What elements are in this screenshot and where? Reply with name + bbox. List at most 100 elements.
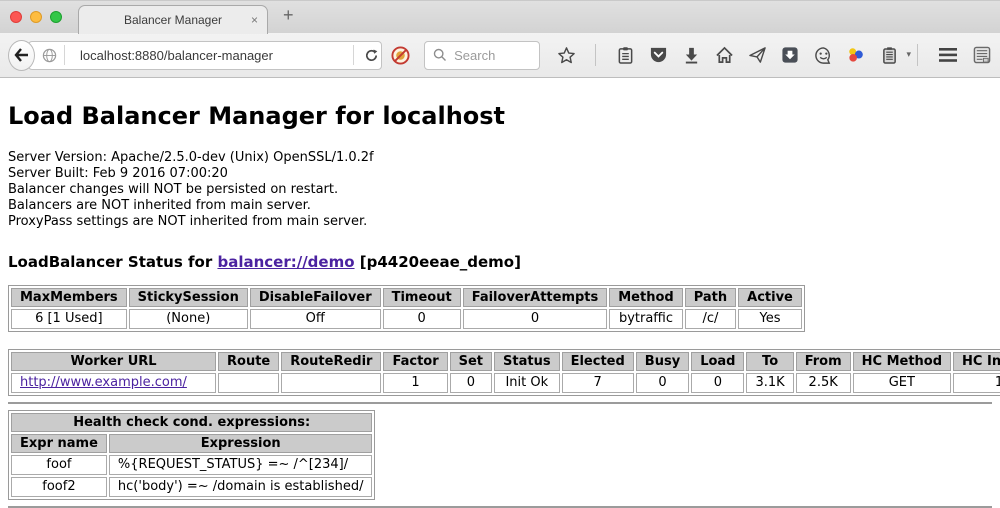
divider — [64, 45, 65, 65]
bookmarks-clipboard-button[interactable] — [615, 44, 635, 66]
col-method: Method — [609, 288, 682, 307]
from-value: 2.5K — [796, 373, 851, 393]
downloads-button[interactable] — [681, 44, 701, 66]
download-extension-button[interactable] — [780, 44, 800, 66]
maxmembers-value: 6 [1 Used] — [11, 309, 127, 329]
method-value: bytraffic — [609, 309, 682, 329]
notice-line: Balancers are NOT inherited from main se… — [8, 198, 992, 214]
col-from: From — [796, 352, 851, 371]
colored-dots-extension-button[interactable] — [846, 44, 866, 66]
bookmark-star-button[interactable] — [556, 44, 576, 66]
url-text[interactable]: localhost:8880/balancer-manager — [80, 48, 346, 63]
col-routeredir: RouteRedir — [281, 352, 381, 371]
back-arrow-icon — [14, 48, 30, 62]
worker-url-cell: http://www.example.com/ — [11, 373, 216, 393]
elected-value: 7 — [562, 373, 634, 393]
col-disablefailover: DisableFailover — [250, 288, 381, 307]
balancer-settings-table: MaxMembers StickySession DisableFailover… — [8, 285, 805, 332]
window-close-button[interactable] — [10, 11, 22, 23]
worker-url-link[interactable]: http://www.example.com/ — [20, 375, 187, 390]
content-blocker-extension-button[interactable] — [391, 44, 410, 66]
archive-extension-button[interactable] — [879, 44, 899, 66]
balancer-section-heading: LoadBalancer Status for balancer://demo … — [8, 253, 992, 271]
disablefailover-value: Off — [250, 309, 381, 329]
col-set: Set — [450, 352, 492, 371]
tab-close-icon[interactable]: × — [251, 13, 258, 27]
col-maxmembers: MaxMembers — [11, 288, 127, 307]
table-row: foof %{REQUEST_STATUS} =~ /^[234]/ — [11, 455, 372, 475]
active-value: Yes — [738, 309, 802, 329]
col-factor: Factor — [383, 352, 447, 371]
col-elected: Elected — [562, 352, 634, 371]
col-active: Active — [738, 288, 802, 307]
hc-method-value: GET — [853, 373, 951, 393]
reload-button[interactable] — [361, 44, 381, 66]
page-title: Load Balancer Manager for localhost — [8, 102, 992, 130]
col-failoverattempts: FailoverAttempts — [463, 288, 608, 307]
server-info: Server Version: Apache/2.5.0-dev (Unix) … — [8, 150, 992, 230]
back-button[interactable] — [8, 40, 35, 71]
col-expression: Expression — [109, 434, 373, 453]
notice-line: ProxyPass settings are NOT inherited fro… — [8, 214, 992, 230]
toolbar-buttons: ▾ — [556, 44, 911, 66]
expression-value: hc('body') =~ /domain is established/ — [109, 477, 373, 497]
routeredir-value — [281, 373, 381, 393]
hc-interval-value: 10 — [953, 373, 1000, 393]
health-check-table: Health check cond. expressions: Expr nam… — [8, 410, 375, 500]
col-hc-method: HC Method — [853, 352, 951, 371]
section-prefix: LoadBalancer Status for — [8, 253, 217, 271]
table-header-row: Expr name Expression — [11, 434, 372, 453]
status-value: Init Ok — [494, 373, 560, 393]
table-row: 6 [1 Used] (None) Off 0 0 bytraffic /c/ … — [11, 309, 802, 329]
window-zoom-button[interactable] — [50, 11, 62, 23]
globe-icon — [42, 48, 57, 63]
table-title-row: Health check cond. expressions: — [11, 413, 372, 432]
search-bar[interactable]: Search — [424, 41, 540, 70]
divider — [595, 44, 596, 66]
col-stickysession: StickySession — [129, 288, 248, 307]
divider — [917, 44, 918, 66]
tab-balancer-manager[interactable]: Balancer Manager × — [78, 5, 268, 34]
new-tab-button[interactable]: + — [283, 5, 294, 26]
home-button[interactable] — [714, 44, 734, 66]
col-load: Load — [691, 352, 744, 371]
table-header-row: MaxMembers StickySession DisableFailover… — [11, 288, 802, 307]
path-value: /c/ — [685, 309, 736, 329]
balancer-link[interactable]: balancer://demo — [217, 253, 354, 271]
expr-name-value: foof — [11, 455, 107, 475]
window-controls — [10, 11, 62, 23]
search-input[interactable]: Search — [454, 48, 495, 63]
load-value: 0 — [691, 373, 744, 393]
col-busy: Busy — [636, 352, 689, 371]
col-timeout: Timeout — [383, 288, 461, 307]
col-expr-name: Expr name — [11, 434, 107, 453]
tab-title: Balancer Manager — [124, 13, 222, 27]
table-header-row: Worker URL Route RouteRedir Factor Set S… — [11, 352, 1000, 371]
tab-bar: Balancer Manager × + — [0, 0, 1000, 33]
busy-value: 0 — [636, 373, 689, 393]
page-content: Load Balancer Manager for localhost Serv… — [0, 102, 1000, 508]
to-value: 3.1K — [746, 373, 793, 393]
notice-line: Balancer changes will NOT be persisted o… — [8, 182, 992, 198]
health-table-title: Health check cond. expressions: — [11, 413, 372, 432]
worker-status-table: Worker URL Route RouteRedir Factor Set S… — [8, 349, 1000, 396]
col-route: Route — [218, 352, 279, 371]
route-value — [218, 373, 279, 393]
send-plane-button[interactable] — [747, 44, 767, 66]
url-bar[interactable]: localhost:8880/balancer-manager — [28, 41, 382, 70]
table-row: http://www.example.com/ 1 0 Init Ok 7 0 … — [11, 373, 1000, 393]
navigation-toolbar: localhost:8880/balancer-manager Search — [0, 33, 1000, 78]
pocket-button[interactable] — [648, 44, 668, 66]
expression-value: %{REQUEST_STATUS} =~ /^[234]/ — [109, 455, 373, 475]
chat-smiley-button[interactable] — [813, 44, 833, 66]
expr-name-value: foof2 — [11, 477, 107, 497]
col-status: Status — [494, 352, 560, 371]
menu-hamburger-button[interactable] — [938, 44, 958, 66]
server-version-line: Server Version: Apache/2.5.0-dev (Unix) … — [8, 150, 992, 166]
failoverattempts-value: 0 — [463, 309, 608, 329]
divider — [353, 45, 354, 65]
sidebar-panel-button[interactable] — [972, 44, 992, 66]
window-minimize-button[interactable] — [30, 11, 42, 23]
section-suffix: [p4420eeae_demo] — [355, 253, 521, 271]
col-path: Path — [685, 288, 736, 307]
